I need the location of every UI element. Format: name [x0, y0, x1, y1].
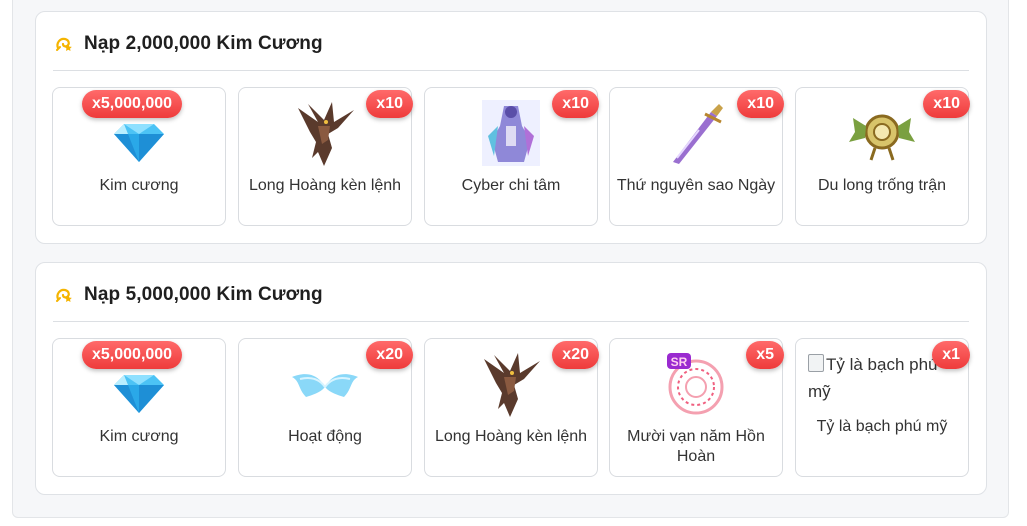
reward-name: Long Hoàng kèn lệnh — [248, 177, 402, 194]
reward-name: Cyber chi tâm — [461, 177, 561, 194]
reward-card-ty-la-bach-phu-my[interactable]: Tỷ là bạch phú mỹ x1 Tỷ là bạch phú mỹ — [795, 338, 970, 477]
dizzy-star-icon — [56, 37, 72, 51]
reward-card-kim-cuong[interactable]: x5,000,000 Kim cương — [52, 338, 226, 477]
section-header: Nạp 5,000,000 Kim Cương — [54, 283, 323, 307]
dragon-icon — [484, 353, 540, 417]
section-header: Nạp 2,000,000 Kim Cương — [54, 32, 323, 56]
image-alt-text: Tỷ là bạch phú mỹ — [808, 355, 938, 401]
quantity-badge: x1 — [932, 341, 970, 369]
quantity-badge: x10 — [923, 90, 970, 118]
reward-name: Kim cương — [99, 177, 179, 194]
reward-tier-section: Nạp 5,000,000 Kim Cương x5,000,000 Kim c… — [35, 262, 987, 495]
ice-wings-icon — [292, 374, 358, 397]
reward-name: Mười vạn năm Hồn Hoàn — [627, 428, 765, 465]
broken-image-icon — [808, 354, 824, 372]
section-divider — [53, 321, 969, 322]
reward-grid: x5,000,000 Kim cương x10 Long Hoàng kèn … — [52, 87, 971, 228]
section-divider — [53, 70, 969, 71]
reward-name: Kim cương — [99, 428, 179, 445]
reward-name: Long Hoàng kèn lệnh — [434, 428, 588, 445]
dizzy-star-icon — [56, 288, 72, 302]
dragon-icon — [298, 102, 354, 166]
reward-grid: x5,000,000 Kim cương x20 Hoạt động x20 L… — [52, 338, 971, 479]
reward-name: Thứ nguyên sao Ngày — [616, 177, 776, 194]
quantity-badge: x20 — [366, 341, 413, 369]
quantity-badge: x10 — [366, 90, 413, 118]
reward-card-thu-nguyen-sao-ngay[interactable]: x10 Thứ nguyên sao Ngày — [609, 87, 784, 226]
sr-tag: SR — [671, 355, 688, 369]
war-drum-icon — [849, 114, 915, 161]
quantity-badge: x20 — [552, 341, 599, 369]
reward-card-kim-cuong[interactable]: x5,000,000 Kim cương — [52, 87, 226, 226]
reward-name: Du long trống trận — [817, 177, 947, 194]
broken-image-alt: Tỷ là bạch phú mỹ — [808, 351, 948, 405]
reward-name: Hoạt động — [288, 428, 362, 445]
reward-card-long-hoang-ken-lenh[interactable]: x10 Long Hoàng kèn lệnh — [238, 87, 413, 226]
reward-card-long-hoang-ken-lenh[interactable]: x20 Long Hoàng kèn lệnh — [424, 338, 599, 477]
quantity-badge: x5,000,000 — [82, 90, 183, 118]
soul-ring-icon: SR — [667, 353, 724, 415]
reward-tier-section: Nạp 2,000,000 Kim Cương x5,000,000 Kim c… — [35, 11, 987, 244]
cyber-figure-icon — [482, 100, 540, 166]
reward-name: Tỷ là bạch phú mỹ — [816, 418, 948, 435]
reward-card-du-long-trong-tran[interactable]: x10 Du long trống trận — [795, 87, 970, 226]
section-title: Nạp 5,000,000 Kim Cương — [84, 284, 323, 305]
section-title: Nạp 2,000,000 Kim Cương — [84, 33, 323, 54]
quantity-badge: x10 — [737, 90, 784, 118]
quantity-badge: x10 — [552, 90, 599, 118]
quantity-badge: x5,000,000 — [82, 341, 183, 369]
reward-card-cyber-chi-tam[interactable]: x10 Cyber chi tâm — [424, 87, 599, 226]
reward-card-hoat-dong[interactable]: x20 Hoạt động — [238, 338, 413, 477]
sword-icon — [673, 104, 723, 164]
reward-card-muoi-van-nam-hon-hoan[interactable]: SR x5 Mười vạn năm Hồn Hoàn — [609, 338, 784, 477]
quantity-badge: x5 — [746, 341, 784, 369]
